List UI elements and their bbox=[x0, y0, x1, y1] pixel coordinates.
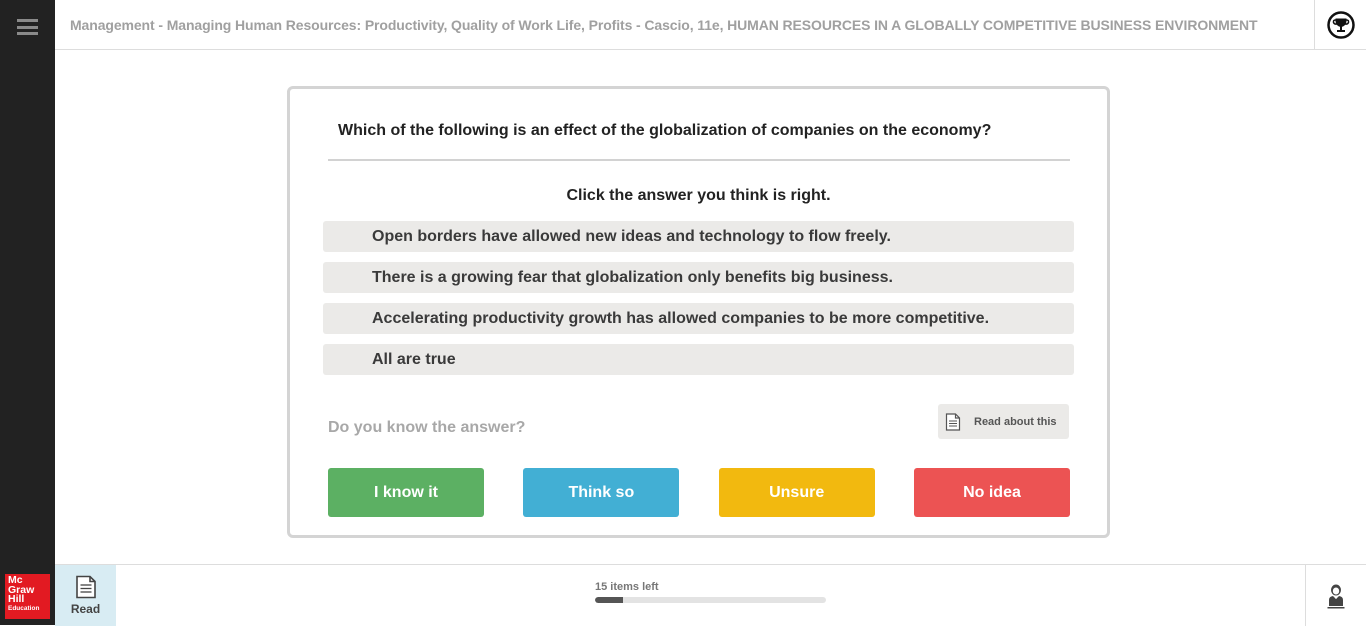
person-icon bbox=[1327, 584, 1345, 608]
answer-option-label: Accelerating productivity growth has all… bbox=[372, 309, 990, 327]
answer-option-label: Open borders have allowed new ideas and … bbox=[372, 227, 891, 245]
unsure-button[interactable]: Unsure bbox=[718, 468, 875, 517]
progress: 15 items left bbox=[595, 581, 827, 603]
read-tab[interactable]: Read bbox=[55, 565, 116, 626]
document-icon bbox=[75, 575, 96, 599]
know-answer-label: Do you know the answer? bbox=[328, 419, 526, 436]
logo-line: Hill bbox=[8, 593, 25, 605]
answer-option[interactable]: Open borders have allowed new ideas and … bbox=[323, 221, 1074, 252]
answer-option-label: All are true bbox=[372, 350, 456, 368]
progress-bar bbox=[595, 597, 826, 603]
i-know-it-button[interactable]: I know it bbox=[328, 468, 484, 517]
logo-line: Education bbox=[8, 604, 40, 612]
read-about-this-label: Read about this bbox=[974, 415, 1057, 428]
hamburger-menu-icon[interactable] bbox=[17, 19, 38, 35]
mcgraw-hill-logo: Mc Graw Hill Education bbox=[5, 574, 50, 619]
trophy-icon bbox=[1326, 11, 1355, 39]
left-rail: Mc Graw Hill Education bbox=[0, 0, 55, 625]
question-text: Which of the following is an effect of t… bbox=[338, 122, 992, 139]
page-title: Management - Managing Human Resources: P… bbox=[70, 17, 1258, 33]
trophy-button[interactable] bbox=[1314, 0, 1366, 50]
no-idea-button[interactable]: No idea bbox=[913, 468, 1070, 517]
instruction-text: Click the answer you think is right. bbox=[566, 187, 831, 204]
think-so-button[interactable]: Think so bbox=[523, 468, 680, 517]
answer-option-label: There is a growing fear that globalizati… bbox=[372, 268, 893, 286]
read-about-this-button[interactable]: Read about this bbox=[938, 404, 1069, 439]
items-left-text: 15 items left bbox=[595, 581, 659, 593]
answer-options: Open borders have allowed new ideas and … bbox=[323, 221, 1074, 385]
document-icon bbox=[945, 412, 961, 431]
progress-bar-fill bbox=[595, 597, 623, 603]
answer-option[interactable]: All are true bbox=[323, 344, 1074, 375]
confidence-buttons: I know it Think so Unsure No idea bbox=[328, 468, 1070, 517]
footer: Read 15 items left bbox=[55, 564, 1366, 626]
divider bbox=[328, 159, 1070, 161]
header: Management - Managing Human Resources: P… bbox=[55, 0, 1366, 50]
read-tab-label: Read bbox=[70, 602, 101, 616]
answer-option[interactable]: Accelerating productivity growth has all… bbox=[323, 303, 1074, 334]
account-button[interactable] bbox=[1305, 565, 1366, 626]
answer-option[interactable]: There is a growing fear that globalizati… bbox=[323, 262, 1074, 293]
question-card: Which of the following is an effect of t… bbox=[287, 86, 1110, 538]
